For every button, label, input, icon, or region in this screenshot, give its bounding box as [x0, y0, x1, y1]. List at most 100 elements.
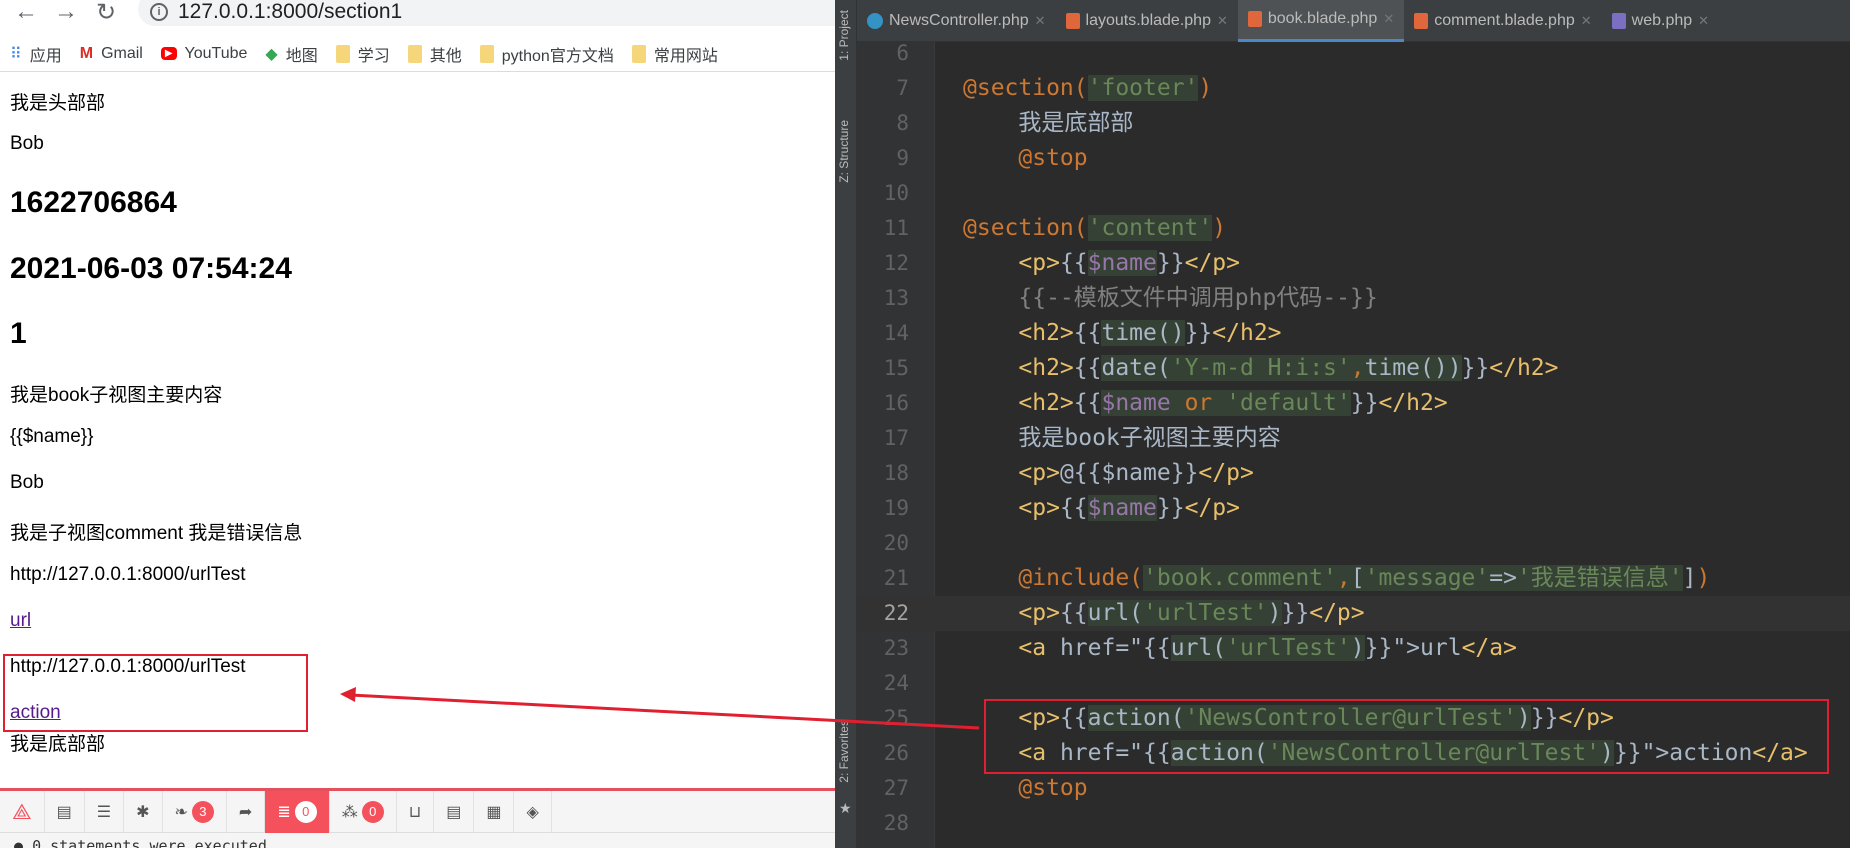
code-line[interactable]: 21 @include('book.comment',['message'=>'… [857, 561, 1850, 596]
favorites-tool-button[interactable]: 2: Favorites [837, 720, 851, 783]
code-line[interactable]: 19 <p>{{$name}}</p> [857, 491, 1850, 526]
code-token: </h2> [1212, 320, 1282, 346]
code-token: 我是book子视图主要内容 [1018, 425, 1281, 451]
session-archive-icon[interactable]: ▦ [474, 790, 515, 833]
code-token: </a> [1461, 635, 1517, 661]
code-token: </h2> [1378, 390, 1448, 416]
code-token: }} [1156, 495, 1185, 521]
mail-inbox-icon[interactable]: ⊔ [397, 790, 435, 833]
bookmark-item[interactable]: ⠿ 应用 [10, 42, 62, 66]
blade-file-icon [1414, 12, 1429, 29]
apps-grid-icon: ⠿ [10, 45, 22, 63]
bookmark-item[interactable]: python官方文档 [479, 42, 614, 66]
close-icon[interactable]: ✕ [1217, 13, 1228, 29]
code-token: }} [1184, 320, 1213, 346]
code-text: <p>{{url('urlTest')}}</p> [963, 596, 1365, 631]
code-line[interactable]: 24 [857, 666, 1850, 701]
code-token: ] [1682, 565, 1697, 591]
code-line[interactable]: 16 <h2>{{$name or 'default'}}</h2> [857, 386, 1850, 421]
close-icon[interactable]: ✕ [1698, 13, 1709, 29]
bookmark-item[interactable]: ◆ 地图 [265, 42, 317, 66]
laravel-logo-icon[interactable]: ⟁ [0, 790, 45, 833]
close-icon[interactable]: ✕ [1383, 11, 1394, 27]
forward-button[interactable]: → [54, 0, 78, 26]
code-line[interactable]: 9 @stop [857, 141, 1850, 176]
code-token: {{--模板文件中调用php代码--}} [1018, 285, 1378, 311]
cubes-icon: ⁂ [341, 803, 358, 821]
code-token: , [1350, 355, 1365, 381]
code-line[interactable]: 22 <p>{{url('urlTest')}}</p> [857, 596, 1850, 631]
code-line[interactable]: 10 [857, 176, 1850, 211]
bookmark-item[interactable]: 学习 [335, 42, 390, 66]
code-line[interactable]: 17 我是book子视图主要内容 [857, 421, 1850, 456]
code-token: <p> [1018, 250, 1060, 276]
code-line[interactable]: 20 [857, 526, 1850, 561]
timeline-icon[interactable]: ☰ [85, 790, 125, 833]
code-line[interactable]: 27 @stop [857, 771, 1850, 806]
line-number: 17 [883, 426, 909, 450]
code-line[interactable]: 7 @section('footer') [857, 71, 1850, 106]
code-line[interactable]: 23 <a href="{{url('urlTest')}}">url</a> [857, 631, 1850, 666]
request-icon[interactable]: ▤ [434, 790, 475, 833]
code-line[interactable]: 14 <h2>{{time()}}</h2> [857, 316, 1850, 351]
line-number: 16 [883, 391, 909, 415]
code-line[interactable]: 18 <p>@{{$name}}</p> [857, 456, 1850, 491]
address-url[interactable]: 127.0.0.1:8000/section1 [178, 0, 402, 24]
code-token: {{ [1143, 635, 1171, 661]
code-line[interactable]: 28 [857, 806, 1850, 841]
gmail-icon: M [79, 44, 94, 62]
code-text: 我是底部部 [963, 106, 1133, 141]
code-line[interactable]: 11 @section('content') [857, 211, 1850, 246]
queries-tab[interactable]: ≣ 0 [265, 790, 330, 833]
code-line[interactable]: 15 <h2>{{date('Y-m-d H:i:s',time())}}</h… [857, 351, 1850, 386]
views-tab[interactable]: ❧ 3 [163, 790, 227, 833]
url-link[interactable]: url [10, 610, 31, 632]
code-line[interactable]: 6 [857, 36, 1850, 71]
route-icon[interactable]: ➦ [227, 790, 266, 833]
address-bar[interactable]: i 127.0.0.1:8000/section1 [138, 0, 835, 26]
close-icon[interactable]: ✕ [1581, 13, 1592, 29]
structure-tool-button[interactable]: Z: Structure [837, 120, 851, 183]
code-line[interactable]: 13 {{--模板文件中调用php代码--}} [857, 281, 1850, 316]
name-paragraph-2: Bob [10, 472, 44, 493]
queries-status: ● 0 statements were executed [14, 837, 267, 848]
exceptions-bug-icon[interactable]: ✱ [124, 790, 163, 833]
code-line[interactable]: 12 <p>{{$name}}</p> [857, 246, 1850, 281]
tags-icon[interactable]: ◈ [514, 790, 552, 833]
code-token: [ [1350, 565, 1365, 591]
bookmark-item[interactable]: ▶ YouTube [160, 45, 247, 63]
bookmark-item[interactable]: 其他 [407, 42, 462, 66]
line-number: 23 [883, 636, 909, 660]
code-token: {{ [1073, 390, 1102, 416]
code-text: <a href="{{url('urlTest')}}">url</a> [963, 631, 1517, 666]
code-line[interactable]: 8 我是底部部 [857, 106, 1850, 141]
annotation-box-output [3, 654, 308, 732]
messages-icon[interactable]: ▤ [45, 790, 85, 833]
debugbar: ⟁ ▤ ☰ ✱ ❧ 3 ➦ ≣ 0 ⁂ 0 ⊔ ▤ ▦ ◈ ● 0 statement… [0, 788, 835, 848]
blade-file-icon [1065, 12, 1080, 29]
code-text: @stop [963, 771, 1087, 806]
project-tool-button[interactable]: 1: Project [837, 10, 851, 61]
info-icon[interactable]: i [150, 3, 168, 21]
star-icon: ★ [839, 800, 852, 816]
code-token: 'message' [1364, 565, 1490, 591]
back-button[interactable]: ← [14, 0, 38, 26]
code-text: {{--模板文件中调用php代码--}} [963, 281, 1378, 316]
code-token: @{{$name}} [1059, 460, 1199, 486]
annotation-box-code [984, 699, 1829, 774]
bookmark-item[interactable]: M Gmail [80, 45, 143, 63]
line-number: 14 [883, 321, 909, 345]
code-token: date( [1101, 355, 1171, 381]
url-text: http://127.0.0.1:8000/urlTest [10, 564, 246, 585]
code-token: {{ [1059, 495, 1088, 521]
code-token: ) [1267, 600, 1282, 626]
reload-button[interactable]: ↻ [96, 0, 116, 27]
bookmark-item[interactable]: 常用网站 [631, 42, 718, 66]
bookmark-label: 地图 [285, 47, 318, 65]
line-number: 25 [883, 706, 909, 730]
models-tab[interactable]: ⁂ 0 [330, 790, 397, 833]
close-icon[interactable]: ✕ [1035, 13, 1046, 29]
code-token: }} [1364, 635, 1393, 661]
